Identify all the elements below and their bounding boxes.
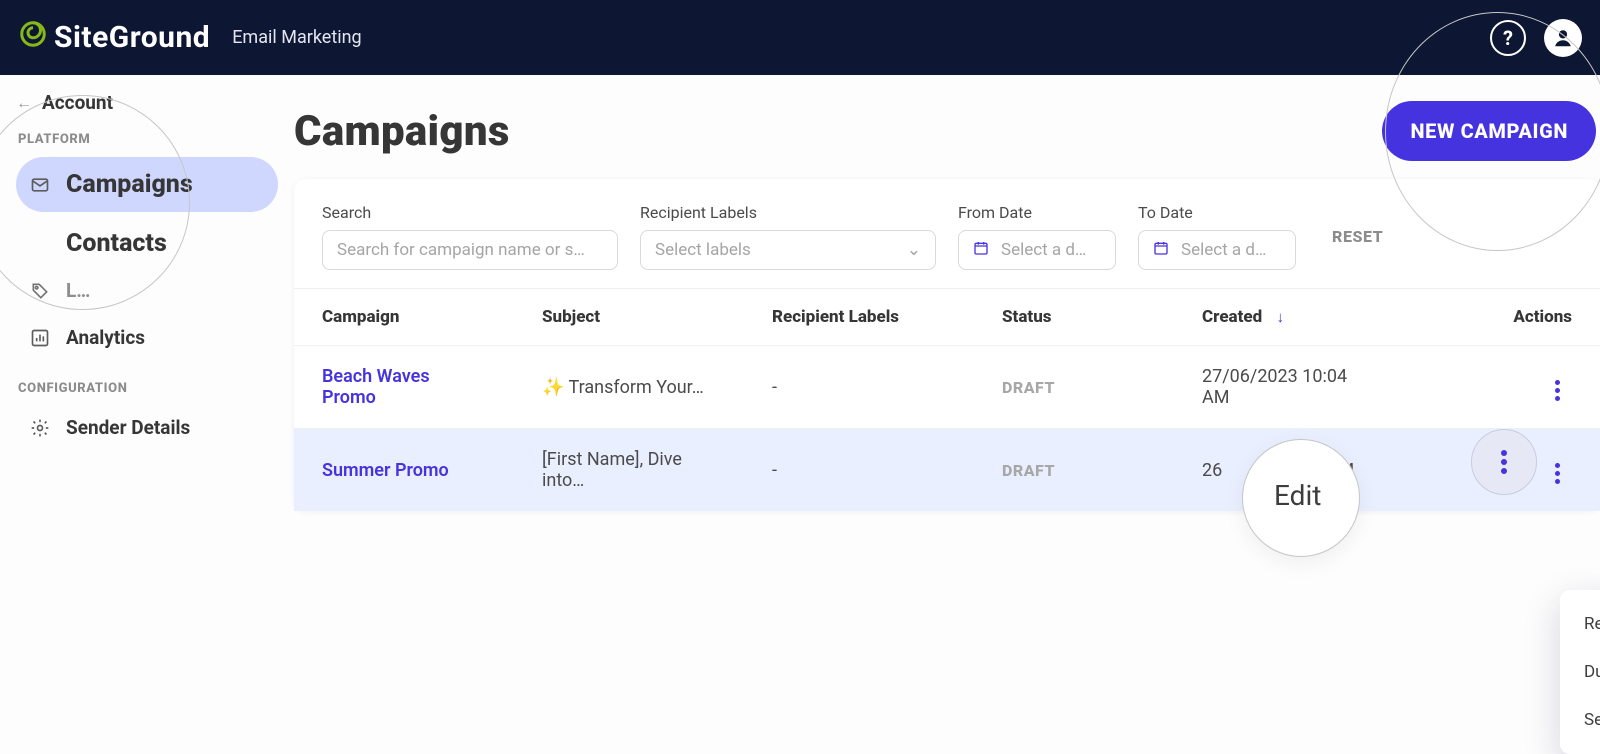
sort-desc-icon: ↓ [1276,308,1284,326]
logo-swirl-icon [18,19,48,57]
filter-label-search: Search [322,203,618,222]
tag-icon [30,281,50,301]
row-actions-menu: Rename Duplicate Send [1560,590,1600,754]
row-actions-button[interactable] [1542,375,1572,405]
campaigns-table: Campaign Subject Recipient Labels Status… [294,288,1600,511]
th-labels[interactable]: Recipient Labels [744,289,974,346]
page-title: Campaigns [294,107,510,156]
recipient-labels-select[interactable]: Select labels ⌄ [640,230,936,270]
from-date-input[interactable]: Select a d… [958,230,1116,270]
new-campaign-button[interactable]: NEW CAMPAIGN [1382,101,1596,161]
cell-labels: - [744,429,974,512]
sidebar-item-analytics[interactable]: Analytics [16,316,278,359]
sidebar-item-label: Campaigns [66,170,193,199]
th-created-label: Created [1202,307,1262,327]
chevron-down-icon: ⌄ [907,240,921,260]
campaigns-card: Search Recipient Labels Select labels ⌄ … [294,179,1600,511]
sidebar-item-campaigns[interactable]: Campaigns [16,157,278,212]
logo[interactable]: SiteGround [18,19,210,57]
menu-item-rename[interactable]: Rename [1560,600,1600,648]
status-badge: DRAFT [1002,461,1055,480]
th-campaign[interactable]: Campaign [294,289,514,346]
person-icon [1552,27,1574,49]
gear-icon [30,418,50,438]
arrow-left-icon: ← [16,93,32,113]
sidebar-item-label: Contacts [66,229,167,258]
to-date-input[interactable]: Select a d… [1138,230,1296,270]
th-created[interactable]: Created ↓ [1174,289,1394,346]
search-input[interactable] [322,230,618,270]
table-row: Summer Promo [First Name], Dive into… - … [294,429,1600,512]
sidebar-item-label: Analytics [66,326,145,349]
filter-label-recipient-labels: Recipient Labels [640,203,936,222]
filter-label-to-date: To Date [1138,203,1296,222]
cell-labels: - [744,346,974,429]
date-placeholder: Select a d… [1181,240,1266,260]
sidebar-item-label: Sender Details [66,416,190,439]
date-placeholder: Select a d… [1001,240,1086,260]
filters-row: Search Recipient Labels Select labels ⌄ … [294,179,1600,288]
sidebar-section-platform: PLATFORM [18,132,278,147]
cell-created: 26 :02 PM [1174,429,1394,512]
header-subtitle: Email Marketing [232,27,361,48]
envelope-icon [30,175,50,195]
bar-chart-icon [30,328,50,348]
profile-avatar[interactable] [1544,19,1582,57]
menu-item-send[interactable]: Send [1560,696,1600,744]
filter-label-from-date: From Date [958,203,1116,222]
sidebar-item-label: L… [66,279,90,302]
back-to-account[interactable]: ← Account [16,91,278,114]
th-status[interactable]: Status [974,289,1174,346]
table-row: Beach Waves Promo ✨ Transform Your… - DR… [294,346,1600,429]
th-subject[interactable]: Subject [514,289,744,346]
cell-subject: [First Name], Dive into… [514,429,744,512]
row-actions-button[interactable] [1542,458,1572,488]
cell-subject: ✨ Transform Your… [514,346,744,429]
menu-item-duplicate[interactable]: Duplicate [1560,648,1600,696]
sidebar-item-labels-trunc[interactable]: L… [16,269,278,312]
sidebar-section-config: CONFIGURATION [18,381,278,396]
calendar-icon [973,240,989,260]
reset-button[interactable]: RESET [1326,217,1389,256]
top-header: SiteGround Email Marketing ? [0,0,1600,75]
select-placeholder: Select labels [655,240,751,260]
back-label: Account [42,91,113,114]
calendar-icon [1153,240,1169,260]
status-badge: DRAFT [1002,378,1055,397]
logo-text: SiteGround [54,20,210,55]
sidebar-item-sender-details[interactable]: Sender Details [16,406,278,449]
help-icon[interactable]: ? [1490,20,1526,56]
campaign-link[interactable]: Summer Promo [322,460,449,481]
th-actions: Actions [1394,289,1600,346]
sidebar-item-contacts[interactable]: Contacts [16,216,278,271]
campaign-link[interactable]: Beach Waves Promo [322,366,430,408]
sidebar: ← Account PLATFORM Campaigns Contacts L…… [0,75,294,732]
cell-created: 27/06/2023 10:04 AM [1174,346,1394,429]
main-content: Campaigns NEW CAMPAIGN Search Recipient … [294,75,1600,732]
